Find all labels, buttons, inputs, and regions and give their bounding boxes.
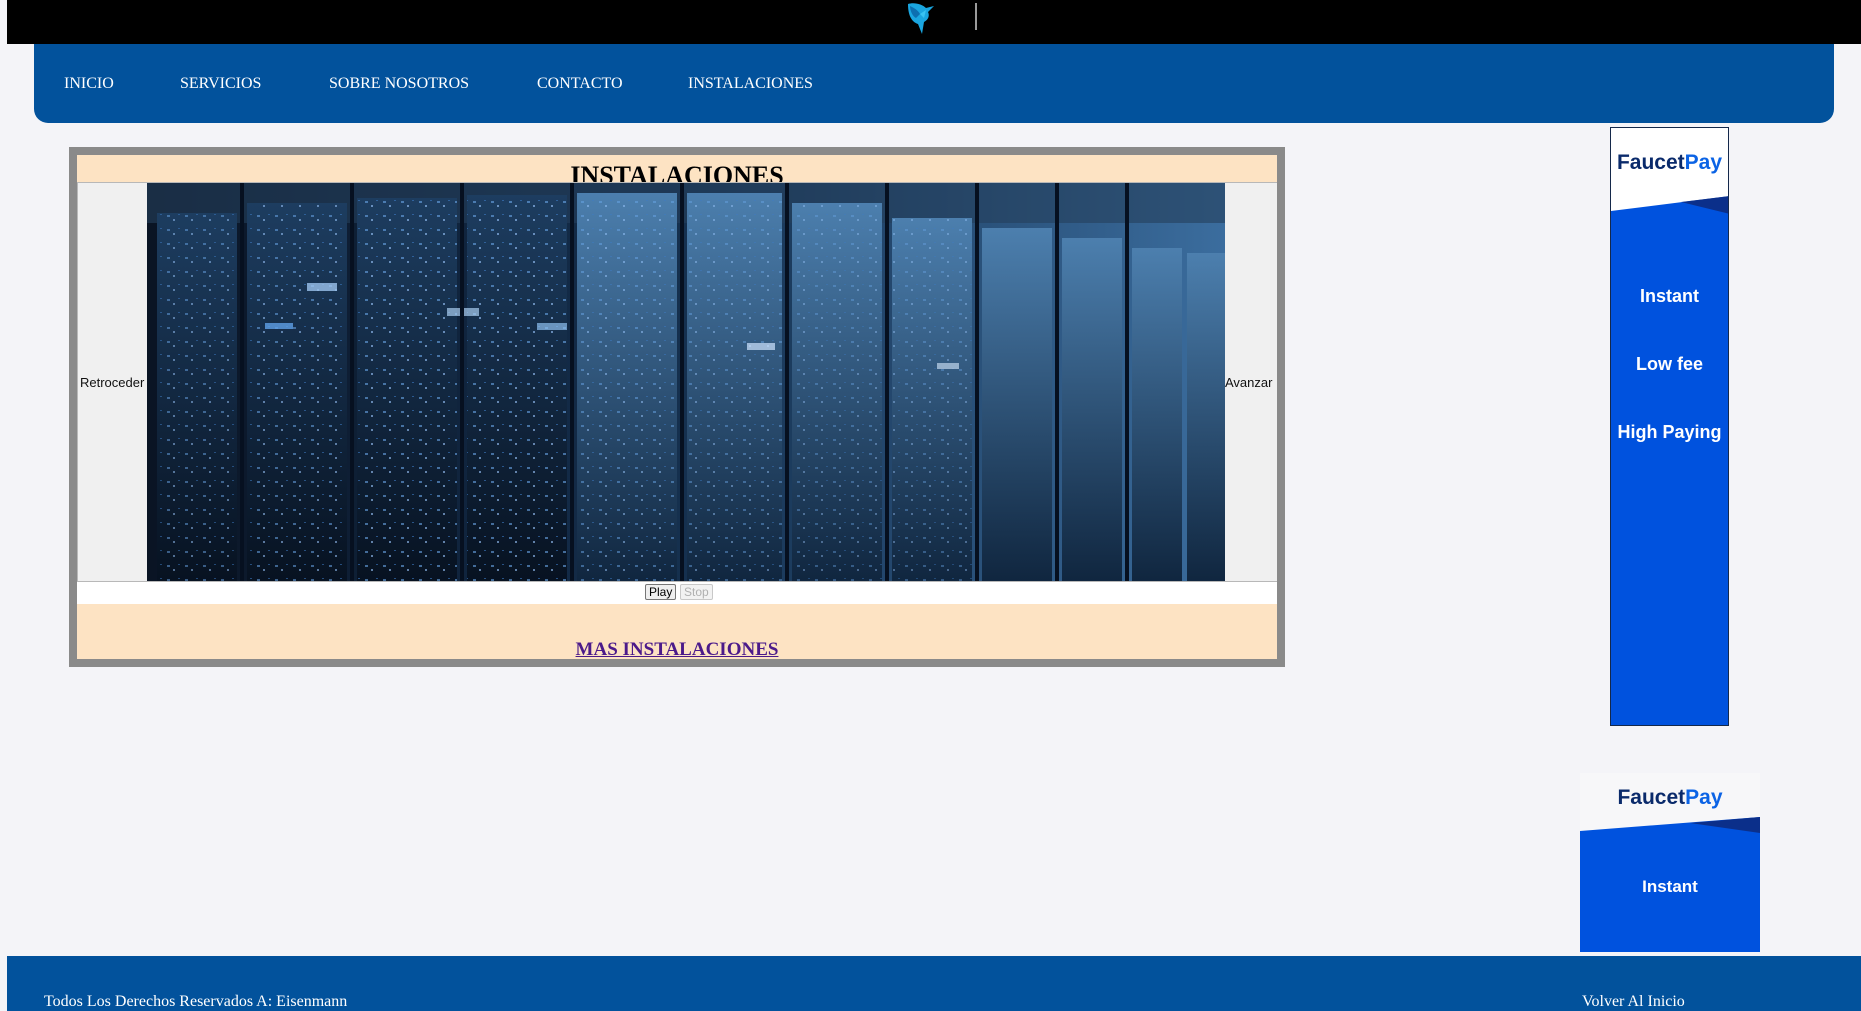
ad-line-high-paying: High Paying <box>1617 422 1722 442</box>
nav-item-instalaciones[interactable]: INSTALACIONES <box>688 75 813 93</box>
stop-button[interactable]: Stop <box>680 584 713 600</box>
nav-item-servicios[interactable]: SERVICIOS <box>180 75 261 93</box>
prev-button[interactable]: Retroceder <box>78 183 147 581</box>
slideshow-frame: INSTALACIONES Retroceder Avanzar Play St… <box>69 147 1285 667</box>
ad-line-low-fee: Low fee <box>1635 354 1703 374</box>
slideshow-controls: Play Stop <box>77 582 1277 604</box>
ad-stripe <box>1580 817 1760 851</box>
top-header <box>7 0 1861 44</box>
footer-rights: Todos Los Derechos Reservados A: Eisenma… <box>44 993 348 1010</box>
play-button[interactable]: Play <box>645 584 677 600</box>
ad-brand: FaucetPay <box>1617 786 1723 809</box>
footer: Todos Los Derechos Reservados A: Eisenma… <box>7 956 1861 1011</box>
ad-stripe <box>1611 196 1728 226</box>
image-slider: Retroceder Avanzar <box>77 182 1277 582</box>
ad-line-instant: Instant <box>1639 286 1699 306</box>
back-home-link[interactable]: Volver Al Inicio <box>1582 993 1685 1011</box>
header-divider <box>975 3 977 30</box>
nav-item-contacto[interactable]: CONTACTO <box>537 75 623 93</box>
main-nav: INICIO SERVICIOS SOBRE NOSOTROS CONTACTO… <box>34 44 1834 123</box>
nav-item-sobre-nosotros[interactable]: SOBRE NOSOTROS <box>329 75 469 93</box>
page: INICIO SERVICIOS SOBRE NOSOTROS CONTACTO… <box>0 0 1861 1011</box>
slideshow-panel: INSTALACIONES Retroceder Avanzar Play St… <box>77 155 1277 661</box>
server-racks-image <box>147 183 1225 581</box>
ad-line-instant: Instant <box>1642 877 1698 896</box>
bird-logo-icon[interactable] <box>900 0 940 40</box>
more-installations-link[interactable]: MAS INSTALACIONES <box>77 639 1277 661</box>
faucetpay-ad-short[interactable]: FaucetPay Instant <box>1580 773 1760 952</box>
nav-item-inicio[interactable]: INICIO <box>64 75 114 93</box>
next-button[interactable]: Avanzar <box>1225 183 1277 581</box>
ad-brand: FaucetPay <box>1616 151 1723 174</box>
faucetpay-ad-tall[interactable]: FaucetPay Instant Low fee High Paying <box>1610 127 1729 726</box>
